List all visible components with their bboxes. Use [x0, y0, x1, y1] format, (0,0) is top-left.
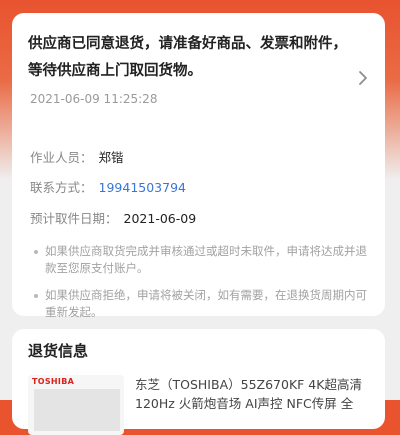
phone-label: 联系方式：	[30, 180, 93, 195]
status-timestamp: 2021-06-09 11:25:28	[30, 92, 158, 106]
pickup-date-row: 预计取件日期： 2021-06-09	[30, 208, 196, 227]
note-text: 如果供应商取货完成并审核通过或超时未取件，申请将达成并退款至您原支付账户。	[45, 244, 367, 275]
worker-label: 作业人员：	[30, 150, 93, 165]
return-status-card[interactable]: 供应商已同意退货，请准备好商品、发票和附件，等待供应商上门取回货物。 2021-…	[12, 13, 385, 319]
status-title: 供应商已同意退货，请准备好商品、发票和附件，等待供应商上门取回货物。	[28, 36, 347, 79]
return-info-card: 退货信息 TOSHIBA 东芝（TOSHIBA）55Z670KF 4K超高清 1…	[12, 329, 385, 435]
chevron-right-icon[interactable]	[357, 70, 369, 86]
pickup-date-label: 预计取件日期：	[30, 211, 118, 226]
notes-list: 如果供应商取货完成并审核通过或超时未取件，申请将达成并退款至您原支付账户。 如果…	[30, 243, 375, 331]
product-thumbnail[interactable]: TOSHIBA	[28, 375, 124, 435]
bullet-icon	[34, 294, 38, 298]
worker-name: 郑锴	[98, 150, 124, 165]
product-name[interactable]: 东芝（TOSHIBA）55Z670KF 4K超高清 120Hz 火箭炮音场 AI…	[135, 375, 367, 413]
note-text: 如果供应商拒绝，申请将被关闭，如有需要，在退换货周期内可重新发起。	[45, 288, 367, 319]
return-info-title: 退货信息	[28, 342, 89, 360]
note-item: 如果供应商取货完成并审核通过或超时未取件，申请将达成并退款至您原支付账户。	[30, 243, 375, 277]
phone-row: 联系方式： 19941503794	[30, 177, 186, 196]
bullet-icon	[34, 250, 38, 254]
pickup-date-value: 2021-06-09	[123, 211, 197, 226]
brand-logo: TOSHIBA	[32, 377, 75, 386]
tv-image	[34, 389, 120, 431]
worker-row: 作业人员： 郑锴	[30, 147, 124, 166]
phone-link[interactable]: 19941503794	[99, 180, 186, 195]
note-item: 如果供应商拒绝，申请将被关闭，如有需要，在退换货周期内可重新发起。	[30, 287, 375, 321]
